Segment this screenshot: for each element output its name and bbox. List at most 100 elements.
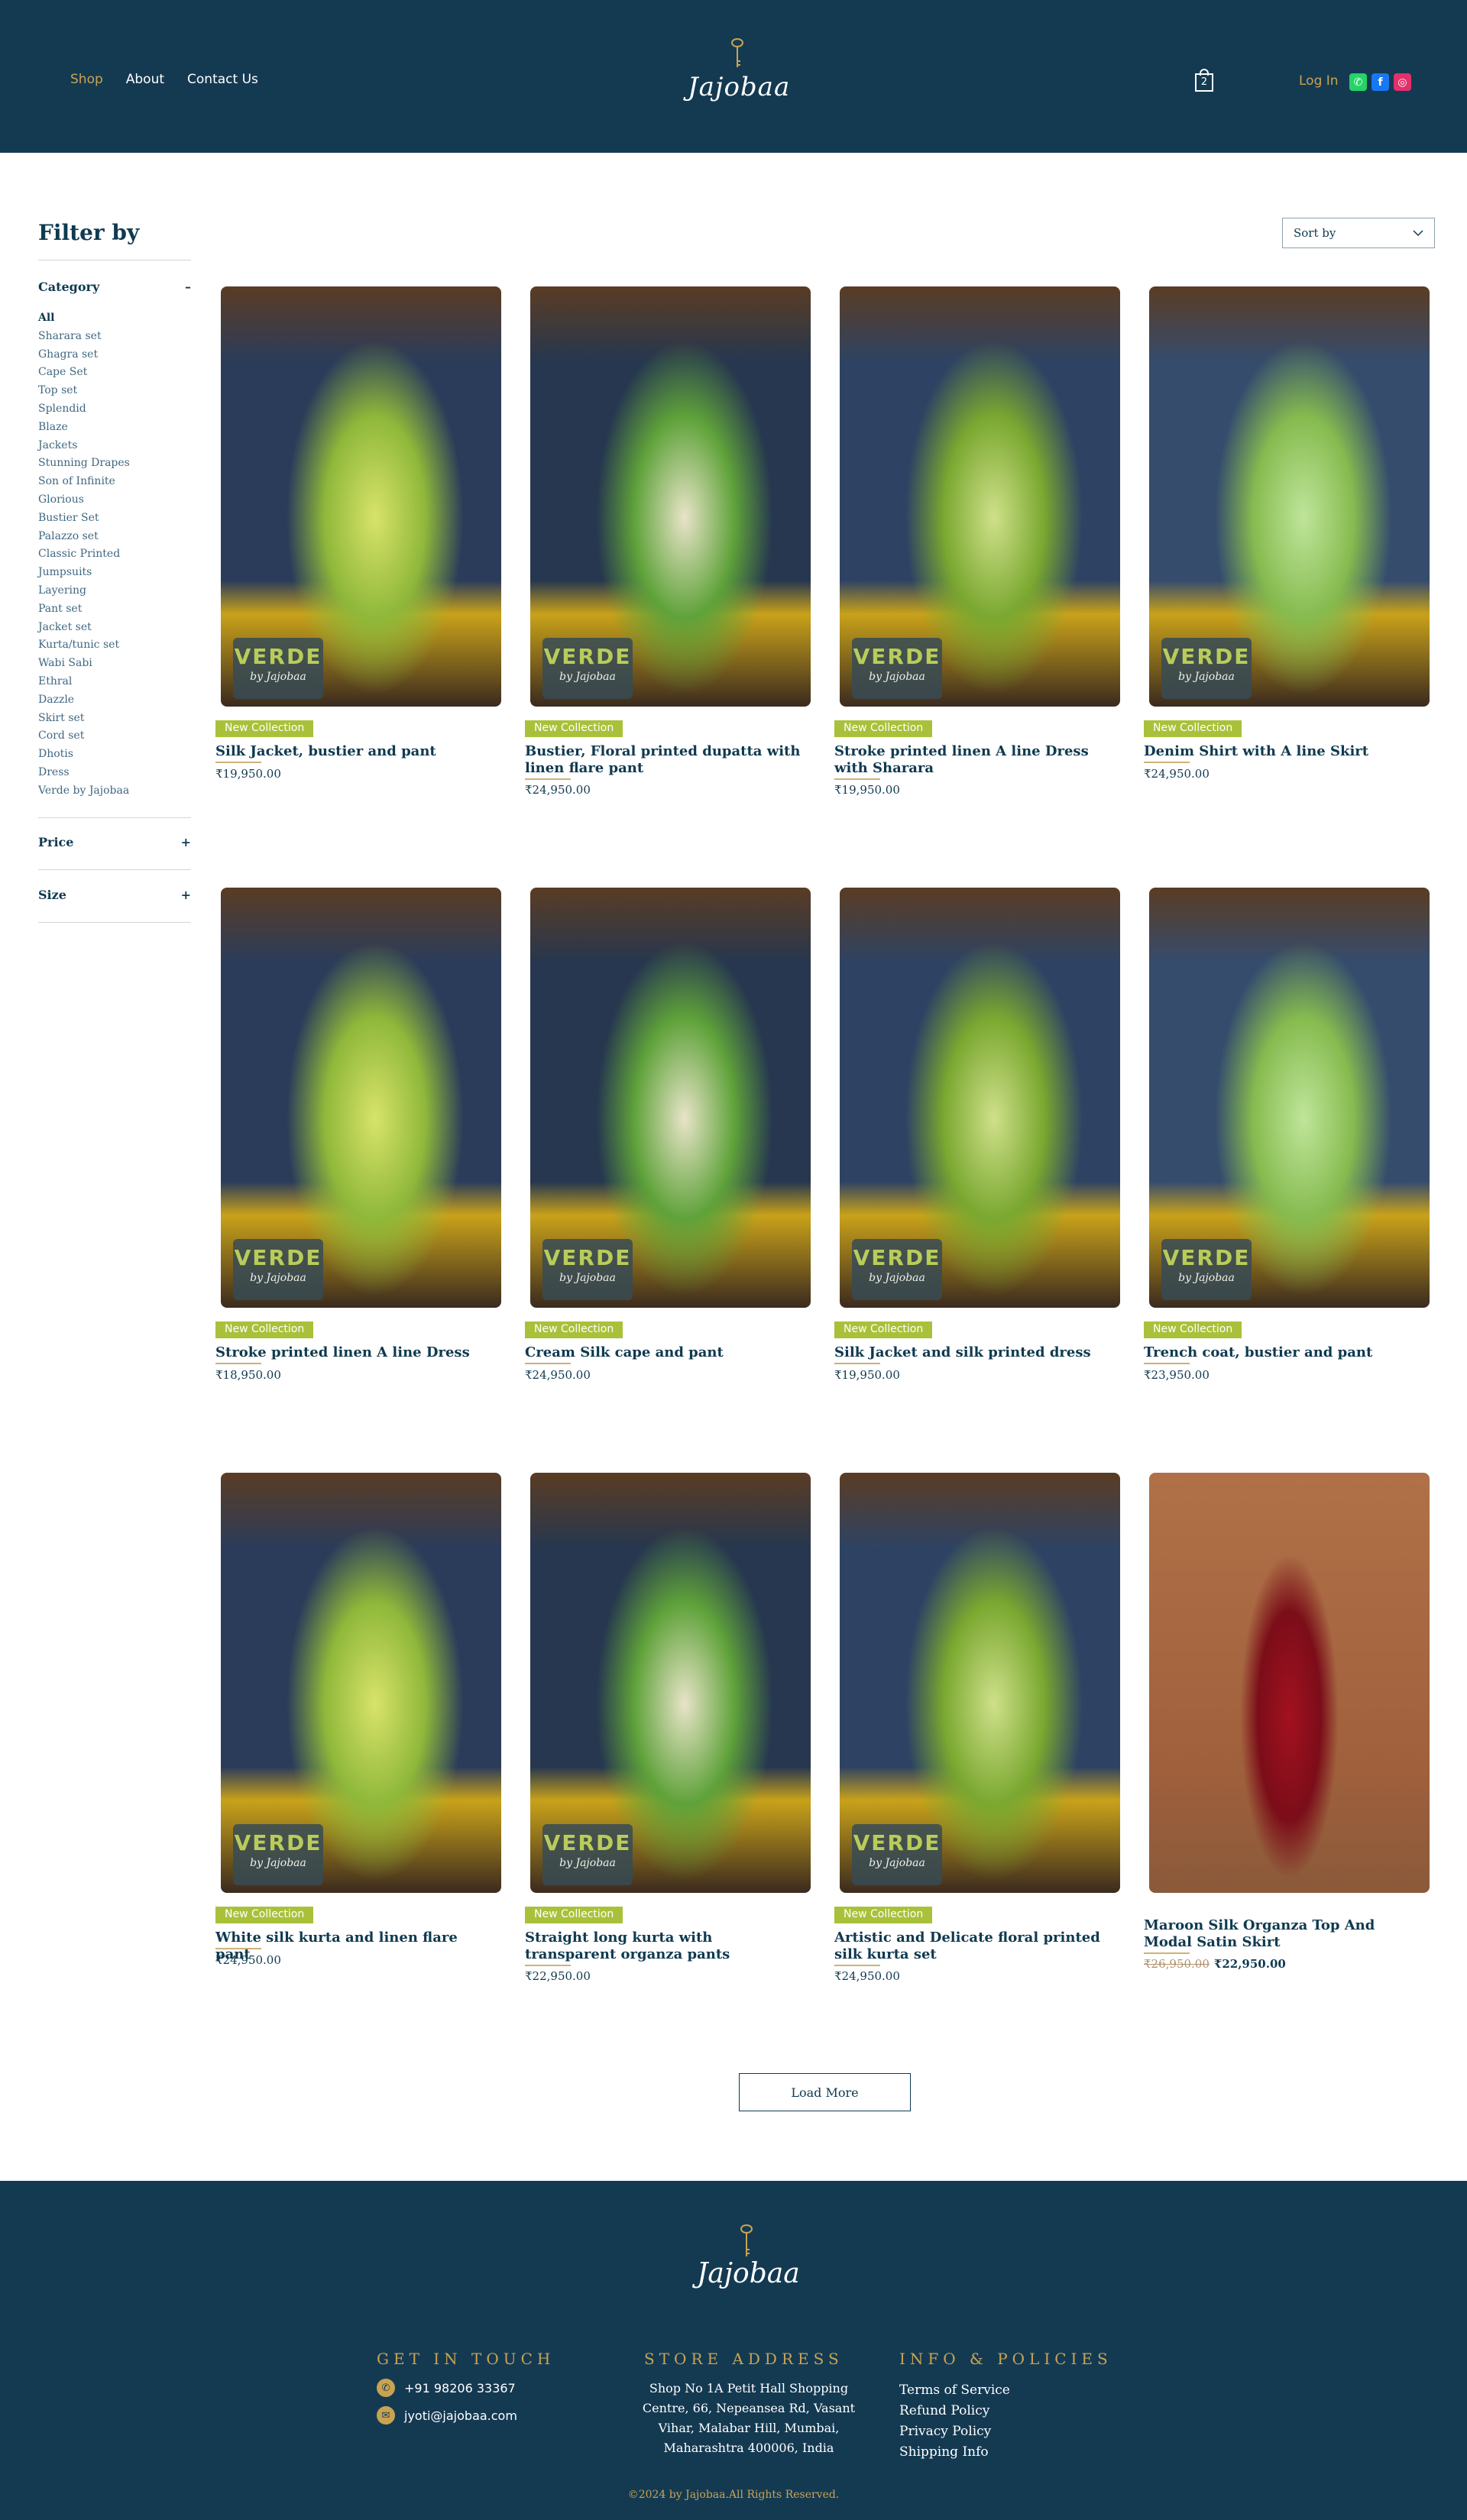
product-name[interactable]: Cream Silk cape and pant [525,1344,805,1361]
product-image[interactable] [1149,1473,1430,1893]
product-name[interactable]: Artistic and Delicate floral printed sil… [834,1930,1115,1963]
whatsapp-icon[interactable]: ✆ [1349,73,1367,91]
login-label: Log In [1299,73,1339,89]
product-name[interactable]: Trench coat, bustier and pant [1144,1344,1424,1361]
nav-about[interactable]: About [126,72,164,87]
price-filter-toggle[interactable]: Price + [38,835,191,849]
product-price: ₹24,950.00 [525,783,591,797]
category-item[interactable]: Jackets [38,437,130,455]
category-item[interactable]: Jumpsuits [38,564,130,582]
copyright: ©2024 by Jajobaa.All Rights Reserved. [627,2489,840,2501]
watermark-subtitle: by Jajobaa [869,671,925,683]
product-price: ₹19,950.00 [834,1368,900,1382]
mail-icon: ✉ [377,2406,395,2425]
category-toggle[interactable]: Category – [38,280,191,294]
nav-contact[interactable]: Contact Us [187,72,258,87]
sort-dropdown[interactable]: Sort by [1282,218,1435,248]
new-collection-badge: New Collection [834,720,933,737]
category-item[interactable]: Glorious [38,491,130,509]
product-image[interactable]: VERDE by Jajobaa [530,286,811,707]
category-item[interactable]: Verde by Jajobaa [38,782,130,801]
new-collection-badge: New Collection [525,720,623,737]
product-image[interactable]: VERDE by Jajobaa [1149,888,1430,1308]
product-image[interactable]: VERDE by Jajobaa [1149,286,1430,707]
instagram-icon[interactable]: ◎ [1394,73,1411,91]
category-item[interactable]: Top set [38,382,130,400]
shipping-link[interactable]: Shipping Info [899,2442,1010,2463]
product-image[interactable]: VERDE by Jajobaa [221,286,501,707]
watermark-title: VERDE [234,1830,322,1855]
product-name[interactable]: Stroke printed linen A line Dress [215,1344,496,1361]
category-item[interactable]: Cord set [38,727,130,746]
email-contact[interactable]: ✉ jyoti@jajobaa.com [377,2406,517,2425]
product-name[interactable]: Bustier, Floral printed dupatta with lin… [525,743,805,777]
category-item[interactable]: Dhotis [38,746,130,764]
category-item[interactable]: Splendid [38,400,130,419]
category-item[interactable]: Son of Infinite [38,473,130,491]
name-underline [525,778,571,780]
verde-watermark: VERDE by Jajobaa [852,1824,942,1885]
product-image[interactable]: VERDE by Jajobaa [840,888,1120,1308]
new-collection-badge: New Collection [1144,1321,1242,1338]
phone-contact[interactable]: ✆ +91 98206 33367 [377,2379,516,2397]
category-item[interactable]: Cape Set [38,364,130,382]
product-image[interactable]: VERDE by Jajobaa [221,888,501,1308]
category-item[interactable]: Classic Printed [38,545,130,564]
product-price: ₹24,950.00 [525,1368,591,1382]
refund-link[interactable]: Refund Policy [899,2401,1010,2421]
product-name[interactable]: Silk Jacket and silk printed dress [834,1344,1115,1361]
category-item[interactable]: Palazzo set [38,528,130,546]
verde-watermark: VERDE by Jajobaa [233,1824,323,1885]
nav-shop[interactable]: Shop [70,72,103,87]
product-image[interactable]: VERDE by Jajobaa [530,1473,811,1893]
new-collection-badge: New Collection [1144,720,1242,737]
get-in-touch-heading: GET IN TOUCH [377,2350,555,2368]
name-underline [525,1363,571,1364]
category-item[interactable]: Pant set [38,600,130,619]
product-name[interactable]: Straight long kurta with transparent org… [525,1930,805,1963]
chevron-down-icon [1413,230,1423,237]
verde-watermark: VERDE by Jajobaa [542,1824,633,1885]
category-item[interactable]: Sharara set [38,328,130,346]
category-item[interactable]: Kurta/tunic set [38,636,130,655]
category-item[interactable]: Layering [38,582,130,600]
product-image[interactable]: VERDE by Jajobaa [840,286,1120,707]
category-item[interactable]: Ethral [38,673,130,691]
category-item[interactable]: Bustier Set [38,509,130,528]
footer-brand-name: Jajobaa [697,2258,800,2289]
name-underline [1144,762,1190,763]
facebook-icon[interactable]: f [1371,73,1389,91]
product-price: ₹18,950.00 [215,1368,281,1382]
category-item[interactable]: Jacket set [38,619,130,637]
privacy-link[interactable]: Privacy Policy [899,2421,1010,2442]
category-item[interactable]: Dress [38,764,130,782]
size-filter-toggle[interactable]: Size + [38,888,191,902]
key-emblem-icon [731,38,743,67]
cart-button[interactable]: 2 [1194,69,1214,92]
login-link[interactable]: Log In [1299,73,1339,89]
category-item[interactable]: Blaze [38,419,130,437]
verde-watermark: VERDE by Jajobaa [852,638,942,699]
category-item[interactable]: Dazzle [38,691,130,710]
brand-logo[interactable]: Jajobaa [688,38,789,122]
verde-watermark: VERDE by Jajobaa [233,1239,323,1300]
product-name[interactable]: Denim Shirt with A line Skirt [1144,743,1424,760]
product-image[interactable]: VERDE by Jajobaa [530,888,811,1308]
category-item[interactable]: All [38,309,130,328]
terms-link[interactable]: Terms of Service [899,2380,1010,2401]
product-image[interactable]: VERDE by Jajobaa [221,1473,501,1893]
product-name[interactable]: Silk Jacket, bustier and pant [215,743,496,760]
new-collection-badge: New Collection [215,720,314,737]
category-item[interactable]: Wabi Sabi [38,655,130,673]
watermark-subtitle: by Jajobaa [869,1272,925,1284]
product-name[interactable]: Stroke printed linen A line Dress with S… [834,743,1115,777]
category-item[interactable]: Ghagra set [38,346,130,364]
product-name[interactable]: Maroon Silk Organza Top And Modal Satin … [1144,1917,1424,1951]
phone-number: +91 98206 33367 [404,2380,516,2395]
category-item[interactable]: Skirt set [38,710,130,728]
footer-logo[interactable]: Jajobaa [697,2224,800,2289]
load-more-button[interactable]: Load More [739,2073,911,2111]
category-label: Category [38,280,100,294]
product-image[interactable]: VERDE by Jajobaa [840,1473,1120,1893]
category-item[interactable]: Stunning Drapes [38,455,130,473]
